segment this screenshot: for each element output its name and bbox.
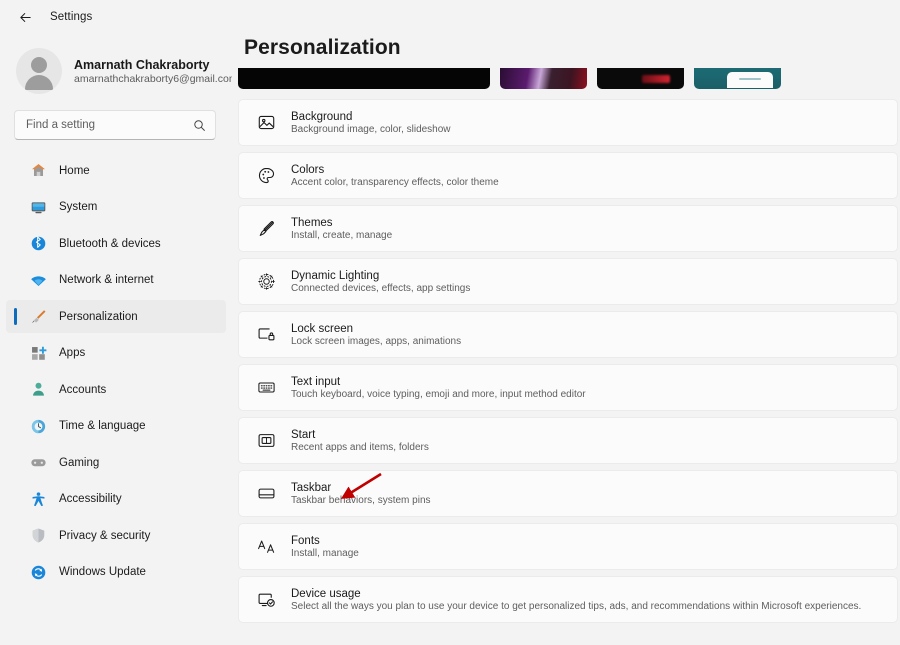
start-menu-icon	[255, 430, 277, 452]
sidebar-item-label: Bluetooth & devices	[59, 237, 161, 250]
apps-icon	[30, 345, 47, 362]
bluetooth-icon	[30, 235, 47, 252]
settings-row-dynamic-lighting[interactable]: Dynamic Lighting Connected devices, effe…	[238, 258, 898, 305]
settings-row-background[interactable]: Background Background image, color, slid…	[238, 99, 898, 146]
sidebar: Settings Amarnath Chakraborty amarnathch…	[0, 0, 238, 645]
settings-row-subtitle: Select all the ways you plan to use your…	[291, 600, 862, 612]
theme-thumbnail-dark-red[interactable]	[597, 68, 684, 89]
paintbrush-icon	[30, 308, 47, 325]
app-title: Settings	[50, 11, 93, 23]
screen-lock-icon	[255, 324, 277, 346]
keyboard-icon	[255, 377, 277, 399]
theme-thumbnails	[238, 67, 898, 89]
sidebar-item-gaming[interactable]: Gaming	[6, 446, 226, 479]
sidebar-item-accessibility[interactable]: Accessibility	[6, 483, 226, 516]
settings-row-subtitle: Install, manage	[291, 547, 359, 559]
sunburst-lighting-icon	[255, 271, 277, 293]
gamepad-icon	[30, 454, 47, 471]
settings-row-colors[interactable]: Colors Accent color, transparency effect…	[238, 152, 898, 199]
sidebar-item-apps[interactable]: Apps	[6, 337, 226, 370]
settings-list: Background Background image, color, slid…	[238, 99, 898, 623]
account-person-icon	[30, 381, 47, 398]
theme-thumbnail-teal[interactable]	[694, 68, 781, 89]
sidebar-item-label: Apps	[59, 347, 86, 359]
settings-row-title: Text input	[291, 375, 341, 388]
sidebar-item-label: Gaming	[59, 456, 100, 469]
sidebar-item-label: Network & internet	[59, 274, 154, 286]
sidebar-item-network-internet[interactable]: Network & internet	[6, 264, 226, 297]
sidebar-item-label: Home	[59, 164, 90, 177]
taskbar-icon	[255, 483, 277, 505]
sidebar-item-bluetooth-devices[interactable]: Bluetooth & devices	[6, 227, 226, 260]
main-content: Personalization Background Background im…	[232, 0, 900, 645]
settings-row-fonts[interactable]: Fonts Install, manage	[238, 523, 898, 570]
search-box[interactable]	[14, 110, 216, 140]
settings-row-subtitle: Lock screen images, apps, animations	[291, 335, 462, 347]
theme-thumbnail-current[interactable]	[238, 68, 490, 89]
settings-row-subtitle: Accent color, transparency effects, colo…	[291, 176, 499, 188]
settings-row-title: Dynamic Lighting	[291, 269, 380, 282]
fonts-aa-icon	[255, 536, 277, 558]
settings-row-lock-screen[interactable]: Lock screen Lock screen images, apps, an…	[238, 311, 898, 358]
monitor-icon	[30, 199, 47, 216]
settings-row-start[interactable]: Start Recent apps and items, folders	[238, 417, 898, 464]
accessibility-person-icon	[30, 491, 47, 508]
settings-row-subtitle: Connected devices, effects, app settings	[291, 282, 471, 294]
sidebar-nav: Home System Bluetooth & devices Network …	[0, 154, 232, 589]
sidebar-item-system[interactable]: System	[6, 191, 226, 224]
wifi-icon	[30, 272, 47, 289]
theme-thumbnail-purple[interactable]	[500, 68, 587, 89]
settings-row-title: Colors	[291, 163, 325, 176]
sidebar-item-label: Accounts	[59, 383, 107, 396]
sidebar-item-accounts[interactable]: Accounts	[6, 373, 226, 406]
settings-row-title: Themes	[291, 216, 333, 229]
account-name: Amarnath Chakraborty	[74, 57, 210, 72]
palette-icon	[255, 165, 277, 187]
settings-row-title: Fonts	[291, 534, 320, 547]
sidebar-item-personalization[interactable]: Personalization	[6, 300, 226, 333]
account-email: amarnathchakraborty6@gmail.com	[74, 72, 238, 85]
update-refresh-icon	[30, 564, 47, 581]
page-title: Personalization	[244, 36, 401, 59]
paintbrush-icon	[255, 218, 277, 240]
settings-row-title: Lock screen	[291, 322, 354, 335]
shield-icon	[30, 527, 47, 544]
account-card[interactable]: Amarnath Chakraborty amarnathchakraborty…	[0, 38, 238, 104]
settings-row-taskbar[interactable]: Taskbar Taskbar behaviors, system pins	[238, 470, 898, 517]
settings-window: Settings Amarnath Chakraborty amarnathch…	[0, 0, 900, 645]
settings-row-title: Start	[291, 428, 316, 441]
settings-row-text-input[interactable]: Text input Touch keyboard, voice typing,…	[238, 364, 898, 411]
settings-row-themes[interactable]: Themes Install, create, manage	[238, 205, 898, 252]
avatar	[16, 48, 62, 94]
sidebar-item-label: Time & language	[59, 420, 146, 432]
settings-row-title: Background	[291, 110, 353, 123]
sidebar-item-windows-update[interactable]: Windows Update	[6, 556, 226, 589]
search-input[interactable]	[26, 119, 187, 131]
settings-row-title: Device usage	[291, 587, 361, 600]
clock-globe-icon	[30, 418, 47, 435]
sidebar-item-label: Personalization	[59, 310, 138, 323]
sidebar-item-label: Privacy & security	[59, 529, 151, 542]
settings-row-subtitle: Recent apps and items, folders	[291, 441, 429, 453]
search-icon	[193, 119, 206, 132]
sidebar-item-label: Windows Update	[59, 566, 146, 578]
sidebar-item-label: Accessibility	[59, 493, 122, 505]
settings-row-subtitle: Taskbar behaviors, system pins	[291, 494, 431, 506]
settings-row-device-usage[interactable]: Device usage Select all the ways you pla…	[238, 576, 898, 623]
title-bar: Settings	[0, 0, 232, 34]
settings-row-title: Taskbar	[291, 481, 332, 494]
settings-row-subtitle: Background image, color, slideshow	[291, 123, 451, 135]
settings-row-subtitle: Install, create, manage	[291, 229, 393, 241]
sidebar-item-time-language[interactable]: Time & language	[6, 410, 226, 443]
sidebar-item-label: System	[59, 201, 98, 213]
picture-icon	[255, 112, 277, 134]
settings-row-subtitle: Touch keyboard, voice typing, emoji and …	[291, 388, 586, 400]
sidebar-item-home[interactable]: Home	[6, 154, 226, 187]
home-icon	[30, 162, 47, 179]
device-check-icon	[255, 589, 277, 611]
sidebar-item-privacy-security[interactable]: Privacy & security	[6, 519, 226, 552]
back-button[interactable]	[14, 6, 36, 28]
